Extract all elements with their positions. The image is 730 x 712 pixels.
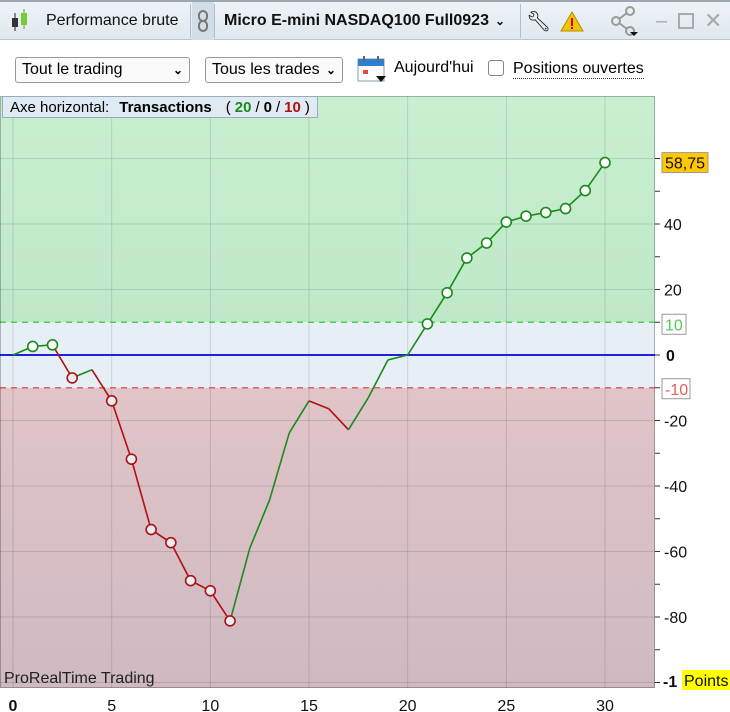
trade-marker — [26, 340, 39, 353]
trade-marker — [500, 216, 513, 228]
date-label[interactable]: Aujourd'hui — [394, 59, 474, 77]
x-tick-label: 0 — [9, 698, 18, 712]
scope-value: Tout le trading — [22, 61, 123, 78]
trade-marker — [520, 210, 532, 222]
paren-open: ( — [225, 98, 231, 116]
title-bar: Performance brute Micro E-mini NASDAQ100… — [0, 0, 730, 40]
chevron-down-icon: ⌄ — [325, 63, 336, 77]
maximize-icon[interactable] — [678, 2, 694, 40]
trade-marker — [579, 184, 592, 197]
separator: / — [275, 98, 281, 116]
close-icon[interactable]: ✕ — [704, 2, 722, 40]
x-tick-label: 30 — [596, 698, 614, 712]
loss-count: 10 — [284, 98, 301, 116]
candlestick-icon — [8, 2, 32, 40]
trade-marker — [599, 156, 611, 169]
wrench-icon[interactable]: 🔧︎ — [526, 2, 551, 40]
trade-marker — [559, 202, 572, 215]
axis-mode: Transactions — [119, 98, 212, 116]
trade-marker — [224, 615, 236, 627]
chevron-down-icon: ⌄ — [494, 14, 506, 28]
trade-marker — [125, 453, 138, 465]
y-clipped-label: -1 — [663, 674, 677, 691]
warning-icon[interactable] — [560, 2, 584, 40]
instrument-name: Micro E-mini NASDAQ100 Full0923 — [224, 12, 489, 29]
y-tick-label: 20 — [664, 283, 682, 300]
chevron-down-icon: ⌄ — [172, 63, 183, 77]
trade-marker — [46, 339, 59, 351]
trades-select[interactable]: Tous les trades ⌄ — [205, 57, 343, 83]
x-tick-label: 5 — [107, 698, 116, 712]
scope-select[interactable]: Tout le trading ⌄ — [15, 57, 190, 83]
trade-marker — [204, 584, 217, 597]
window-title: Performance brute — [46, 12, 179, 29]
loss-zone — [0, 387, 655, 688]
separator: / — [255, 98, 260, 116]
equity-chart: 0 5 10 15 20 25 3040200-20-40-60-8058,7510-10-… — [0, 96, 730, 712]
trades-value: Tous les trades — [212, 61, 320, 78]
x-tick-label: 10 — [201, 698, 219, 712]
y-tick-label: -40 — [664, 479, 687, 496]
trade-marker — [184, 574, 197, 587]
y-tick-label: -80 — [664, 610, 687, 627]
upper-threshold-badge: 10 — [665, 317, 683, 334]
paren-close: ) — [304, 98, 310, 116]
calendar-icon[interactable] — [356, 54, 388, 89]
current-value-badge: 58,75 — [665, 156, 705, 173]
x-tick-label: 25 — [497, 698, 515, 712]
x-tick-label: 15 — [300, 698, 318, 712]
horizontal-axis-info: Axe horizontal: Transactions ( 20 / 0 / … — [2, 96, 318, 118]
axis-label: Axe horizontal: — [10, 98, 110, 116]
x-tick-label: 20 — [399, 698, 417, 712]
open-positions-checkbox[interactable] — [488, 60, 504, 76]
trade-marker — [66, 372, 78, 384]
trade-marker — [421, 318, 434, 330]
y-tick-label: 0 — [666, 348, 675, 365]
minimize-icon[interactable]: – — [656, 2, 667, 40]
y-tick-label: -20 — [664, 414, 687, 431]
trade-marker — [441, 286, 453, 299]
trade-marker — [539, 206, 552, 219]
y-tick-label: 40 — [664, 217, 682, 234]
profit-zone — [0, 96, 655, 323]
brand-label: ProRealTime Trading — [4, 670, 155, 687]
y-tick-label: -60 — [664, 545, 687, 562]
trade-marker — [480, 237, 493, 249]
instrument-selector[interactable]: Micro E-mini NASDAQ100 Full0923 ⌄ — [224, 2, 505, 40]
unit-label: Points — [684, 673, 728, 690]
open-positions-label[interactable]: Positions ouvertes — [513, 60, 644, 79]
trade-marker — [105, 395, 118, 407]
win-count: 20 — [234, 98, 252, 116]
trade-marker — [165, 536, 177, 549]
trade-marker — [461, 252, 473, 264]
neutral-count: 0 — [263, 98, 272, 116]
lower-threshold-badge: -10 — [665, 382, 688, 399]
share-icon[interactable] — [610, 2, 640, 40]
trade-marker — [145, 523, 157, 536]
link-icon[interactable] — [192, 2, 214, 40]
